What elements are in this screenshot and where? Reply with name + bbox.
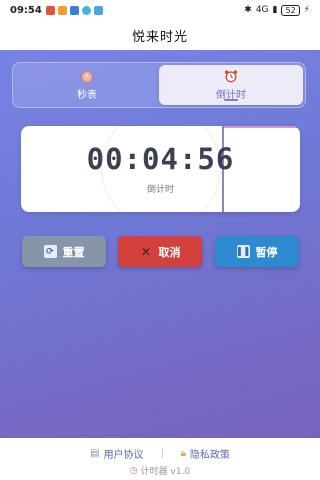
timer-display: 00:04:56	[21, 142, 300, 176]
user-agreement-link[interactable]: ▤ 用户协议	[90, 446, 143, 461]
cancel-label: 取消	[158, 245, 181, 259]
status-bar: 09:54 ✱ 4G ▮ 52 ⚡	[0, 0, 320, 20]
version-info: ◷ 计时器 v1.0	[0, 464, 320, 478]
app-notification-icon	[45, 5, 55, 15]
progress-bar	[222, 126, 300, 128]
version-label: 计时器 v1.0	[140, 467, 191, 477]
alarm-clock-icon	[224, 70, 238, 83]
app-header: 悦来时光	[0, 20, 320, 50]
pause-label: 暂停	[255, 245, 278, 259]
privacy-policy-link[interactable]: 🔒︎ 隐私政策	[181, 446, 230, 461]
mode-tabs: 秒表 倒计时	[12, 62, 306, 108]
notification-icons	[45, 5, 103, 15]
tab-countdown[interactable]: 倒计时	[159, 65, 303, 105]
battery-indicator: 52	[281, 4, 300, 16]
footer: ▤ 用户协议 🔒︎ 隐私政策 ◷ 计时器 v1.0	[0, 438, 320, 480]
signal-icon: ▮	[272, 5, 278, 15]
app-notification-icon	[57, 5, 67, 15]
network-indicator: 4G	[255, 5, 269, 15]
footer-links: ▤ 用户协议 🔒︎ 隐私政策	[0, 446, 320, 461]
bluetooth-icon: ✱	[244, 5, 252, 15]
stopwatch-icon	[81, 69, 93, 83]
close-icon: ✕	[140, 244, 152, 259]
charging-icon: ⚡	[303, 5, 310, 15]
status-right: ✱ 4G ▮ 52 ⚡	[244, 4, 310, 16]
lock-icon: 🔒︎	[180, 448, 186, 459]
document-icon: ▤	[90, 448, 100, 459]
app-notification-icon	[81, 5, 91, 15]
timer-card: 00:04:56 倒计时	[21, 126, 300, 212]
user-agreement-label: 用户协议	[103, 450, 144, 461]
refresh-icon: ⟳	[43, 245, 57, 258]
app-notification-icon	[69, 5, 79, 15]
cancel-button[interactable]: ✕ 取消	[118, 236, 202, 267]
reset-label: 重置	[62, 245, 85, 259]
tab-stopwatch[interactable]: 秒表	[15, 65, 159, 105]
timer-mode-label: 倒计时	[146, 185, 174, 195]
active-tab-indicator	[224, 99, 238, 101]
stopwatch-icon: ◷	[129, 465, 138, 476]
timer-value: 00:04:56	[86, 142, 235, 176]
page-title: 悦来时光	[131, 29, 188, 45]
privacy-policy-label: 隐私政策	[189, 450, 230, 461]
reset-button[interactable]: ⟳ 重置	[22, 236, 106, 267]
footer-divider	[161, 449, 163, 458]
status-time: 09:54	[10, 4, 42, 16]
pause-button[interactable]: ❚❚ 暂停	[215, 236, 299, 267]
app-notification-icon	[93, 5, 103, 15]
pause-icon: ❚❚	[235, 245, 251, 258]
tab-label: 秒表	[77, 90, 97, 101]
